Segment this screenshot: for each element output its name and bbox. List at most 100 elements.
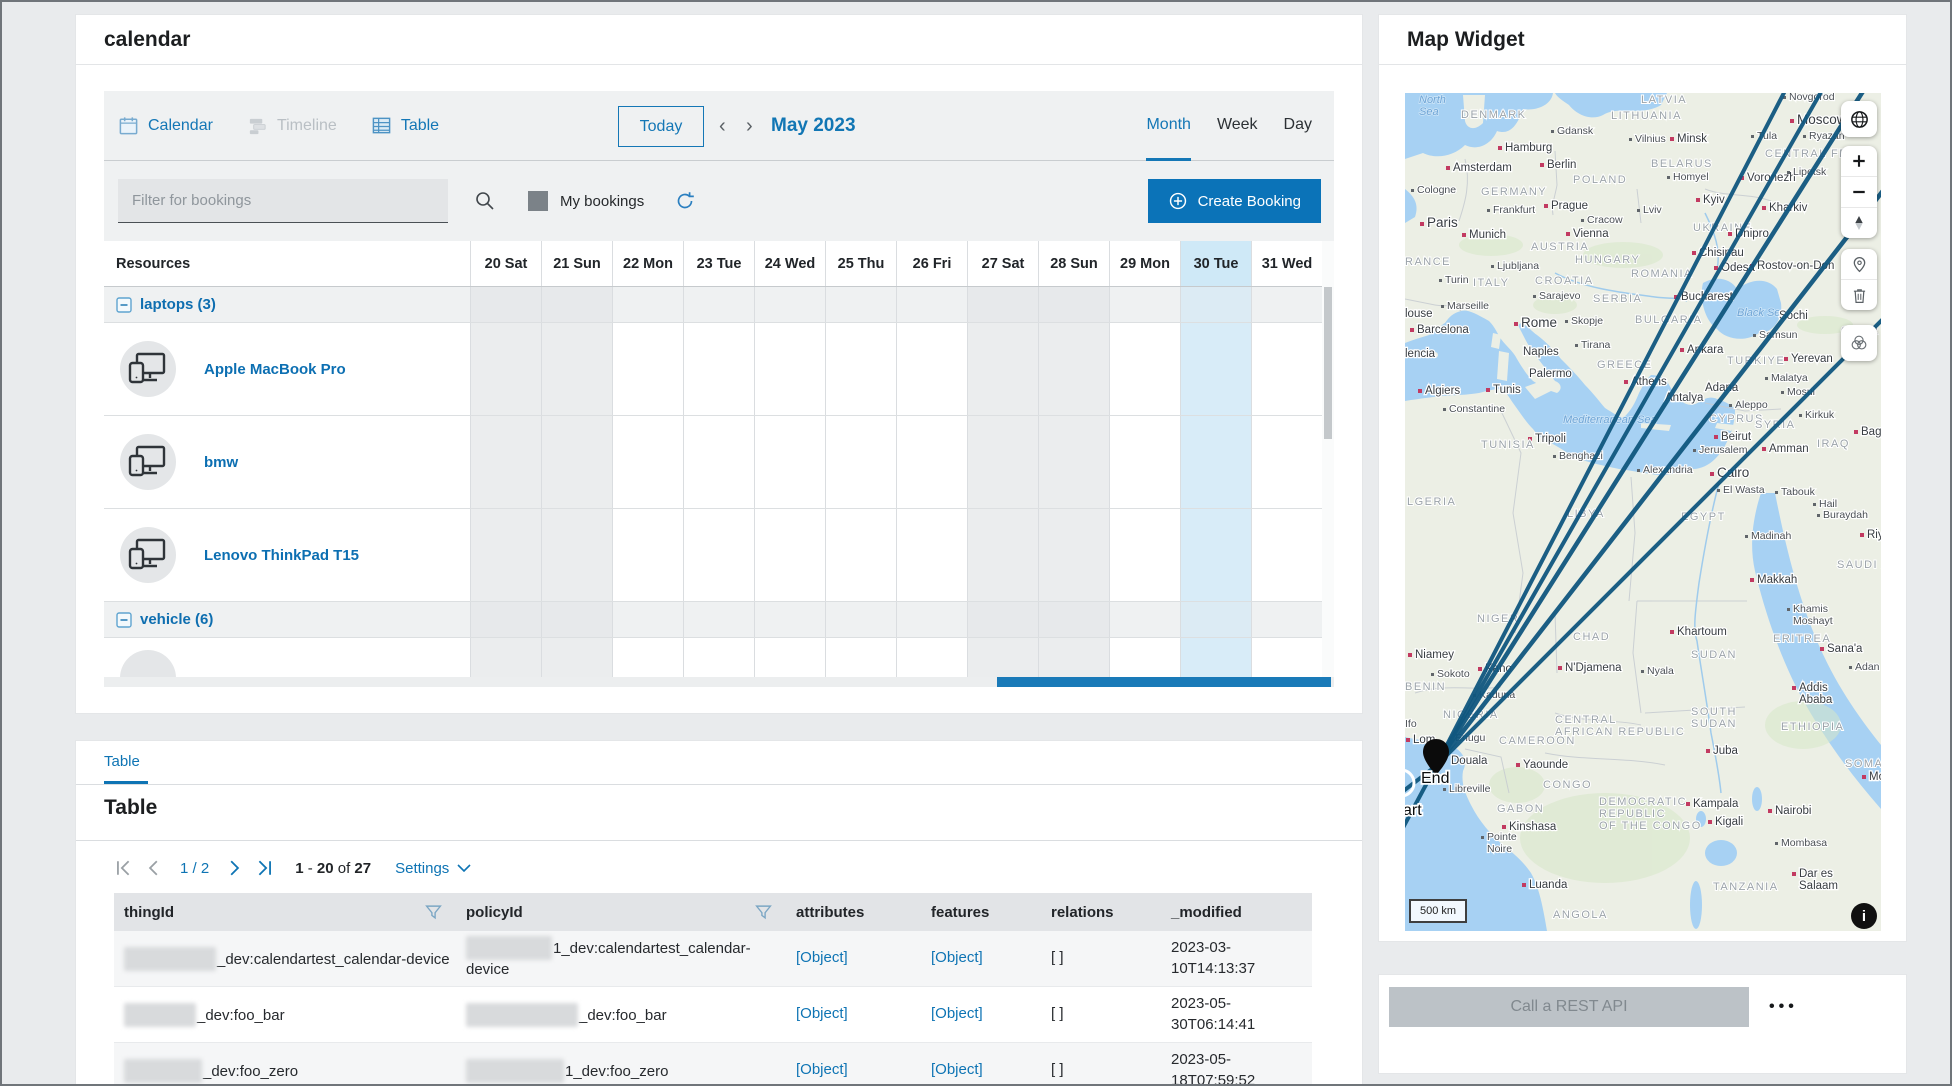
- vertical-scrollbar[interactable]: [1322, 241, 1334, 677]
- day-cell[interactable]: [1251, 323, 1322, 415]
- day-cell[interactable]: [1180, 287, 1251, 322]
- day-cell[interactable]: [612, 287, 683, 322]
- last-page-icon[interactable]: [256, 859, 274, 877]
- day-cell[interactable]: [683, 323, 754, 415]
- next-page-icon[interactable]: [225, 859, 243, 877]
- features-object-link[interactable]: [Object]: [921, 948, 1041, 968]
- day-cell[interactable]: [825, 509, 896, 601]
- day-cell[interactable]: [967, 416, 1038, 508]
- day-cell[interactable]: [1038, 323, 1109, 415]
- features-object-link[interactable]: [Object]: [921, 1060, 1041, 1080]
- map-info-button[interactable]: i: [1851, 903, 1877, 929]
- settings-button[interactable]: Settings: [395, 860, 471, 877]
- tab-table[interactable]: Table: [371, 115, 439, 136]
- view-week[interactable]: Week: [1217, 91, 1258, 161]
- day-cell[interactable]: [1038, 287, 1109, 322]
- day-cell[interactable]: [967, 638, 1038, 677]
- features-object-link[interactable]: [Object]: [921, 1004, 1041, 1024]
- day-cell[interactable]: [967, 323, 1038, 415]
- day-cell[interactable]: [1038, 602, 1109, 637]
- compass-icon[interactable]: [1841, 207, 1877, 238]
- call-rest-api-button[interactable]: Call a REST API: [1389, 987, 1749, 1027]
- table-row[interactable]: _dev:calendartest_calendar-device 1_dev:…: [114, 931, 1312, 987]
- next-period-icon[interactable]: ›: [746, 91, 753, 161]
- attributes-object-link[interactable]: [Object]: [786, 1060, 921, 1080]
- day-cell[interactable]: [541, 602, 612, 637]
- day-cell[interactable]: [612, 416, 683, 508]
- view-month[interactable]: Month: [1146, 91, 1190, 161]
- horizontal-scrollbar[interactable]: [104, 677, 1334, 687]
- day-cell[interactable]: [754, 509, 825, 601]
- day-cell[interactable]: [470, 323, 541, 415]
- day-cell[interactable]: [612, 323, 683, 415]
- location-pin-icon[interactable]: [1841, 249, 1877, 279]
- day-cell[interactable]: [470, 287, 541, 322]
- zoom-in-button[interactable]: [1841, 146, 1877, 176]
- day-cell[interactable]: [1109, 602, 1180, 637]
- day-cell[interactable]: [1109, 287, 1180, 322]
- day-cell[interactable]: [896, 638, 967, 677]
- day-cell[interactable]: [825, 287, 896, 322]
- day-cell[interactable]: [825, 416, 896, 508]
- tab-calendar[interactable]: Calendar: [118, 115, 213, 136]
- filter-funnel-icon[interactable]: [755, 904, 772, 921]
- more-options-button[interactable]: •••: [1769, 987, 1798, 1027]
- day-cell[interactable]: [683, 416, 754, 508]
- tab-timeline[interactable]: Timeline: [247, 115, 337, 136]
- previous-page-icon[interactable]: [145, 859, 163, 877]
- day-cell[interactable]: [896, 323, 967, 415]
- view-day[interactable]: Day: [1284, 91, 1312, 161]
- day-cell[interactable]: [541, 287, 612, 322]
- resource-name[interactable]: Apple MacBook Pro: [204, 361, 346, 378]
- attributes-object-link[interactable]: [Object]: [786, 1004, 921, 1024]
- day-cell[interactable]: [1251, 509, 1322, 601]
- day-cell[interactable]: [470, 509, 541, 601]
- day-cell[interactable]: [612, 638, 683, 677]
- zoom-out-button[interactable]: [1841, 176, 1877, 207]
- day-cell[interactable]: [1251, 287, 1322, 322]
- resource-name[interactable]: Lenovo ThinkPad T15: [204, 547, 359, 564]
- day-cell[interactable]: [612, 602, 683, 637]
- day-cell[interactable]: [896, 602, 967, 637]
- day-cell[interactable]: [470, 602, 541, 637]
- map-canvas[interactable]: NorthSeaDENMARKGdanskLATVIALITHUANIAViln…: [1405, 93, 1881, 931]
- day-cell[interactable]: [1180, 416, 1251, 508]
- day-cell[interactable]: [1038, 416, 1109, 508]
- day-cell[interactable]: [754, 287, 825, 322]
- table-row[interactable]: _dev:foo_zero 1_dev:foo_zero [Object] [O…: [114, 1043, 1312, 1086]
- day-cell[interactable]: [1038, 509, 1109, 601]
- filter-funnel-icon[interactable]: [425, 904, 442, 921]
- resource-group-row[interactable]: vehicle (6): [104, 602, 1322, 638]
- table-row[interactable]: _dev:foo_bar _dev:foo_bar [Object] [Obje…: [114, 987, 1312, 1043]
- day-cell[interactable]: [470, 416, 541, 508]
- day-cell[interactable]: [1251, 416, 1322, 508]
- day-cell[interactable]: [754, 323, 825, 415]
- day-cell[interactable]: [896, 509, 967, 601]
- day-cell[interactable]: [1109, 323, 1180, 415]
- resource-group-row[interactable]: laptops (3): [104, 287, 1322, 323]
- collapse-group-icon[interactable]: [116, 297, 132, 313]
- day-cell[interactable]: [1109, 416, 1180, 508]
- day-cell[interactable]: [1180, 323, 1251, 415]
- tab-table-view[interactable]: Table: [104, 753, 140, 770]
- horizontal-scrollbar-thumb[interactable]: [997, 677, 1331, 687]
- day-cell[interactable]: [683, 287, 754, 322]
- day-cell[interactable]: [754, 416, 825, 508]
- day-cell[interactable]: [541, 509, 612, 601]
- day-cell[interactable]: [683, 602, 754, 637]
- day-cell[interactable]: [825, 638, 896, 677]
- day-cell[interactable]: [541, 638, 612, 677]
- trash-icon[interactable]: [1841, 279, 1877, 310]
- day-cell[interactable]: [1180, 638, 1251, 677]
- day-cell[interactable]: [470, 638, 541, 677]
- today-button[interactable]: Today: [618, 106, 704, 147]
- day-cell[interactable]: [825, 323, 896, 415]
- day-cell[interactable]: [612, 509, 683, 601]
- prev-period-icon[interactable]: ‹: [719, 91, 726, 161]
- day-cell[interactable]: [541, 323, 612, 415]
- day-cell[interactable]: [683, 638, 754, 677]
- day-cell[interactable]: [1180, 602, 1251, 637]
- day-cell[interactable]: [541, 416, 612, 508]
- filter-input[interactable]: [118, 179, 448, 223]
- day-cell[interactable]: [1180, 509, 1251, 601]
